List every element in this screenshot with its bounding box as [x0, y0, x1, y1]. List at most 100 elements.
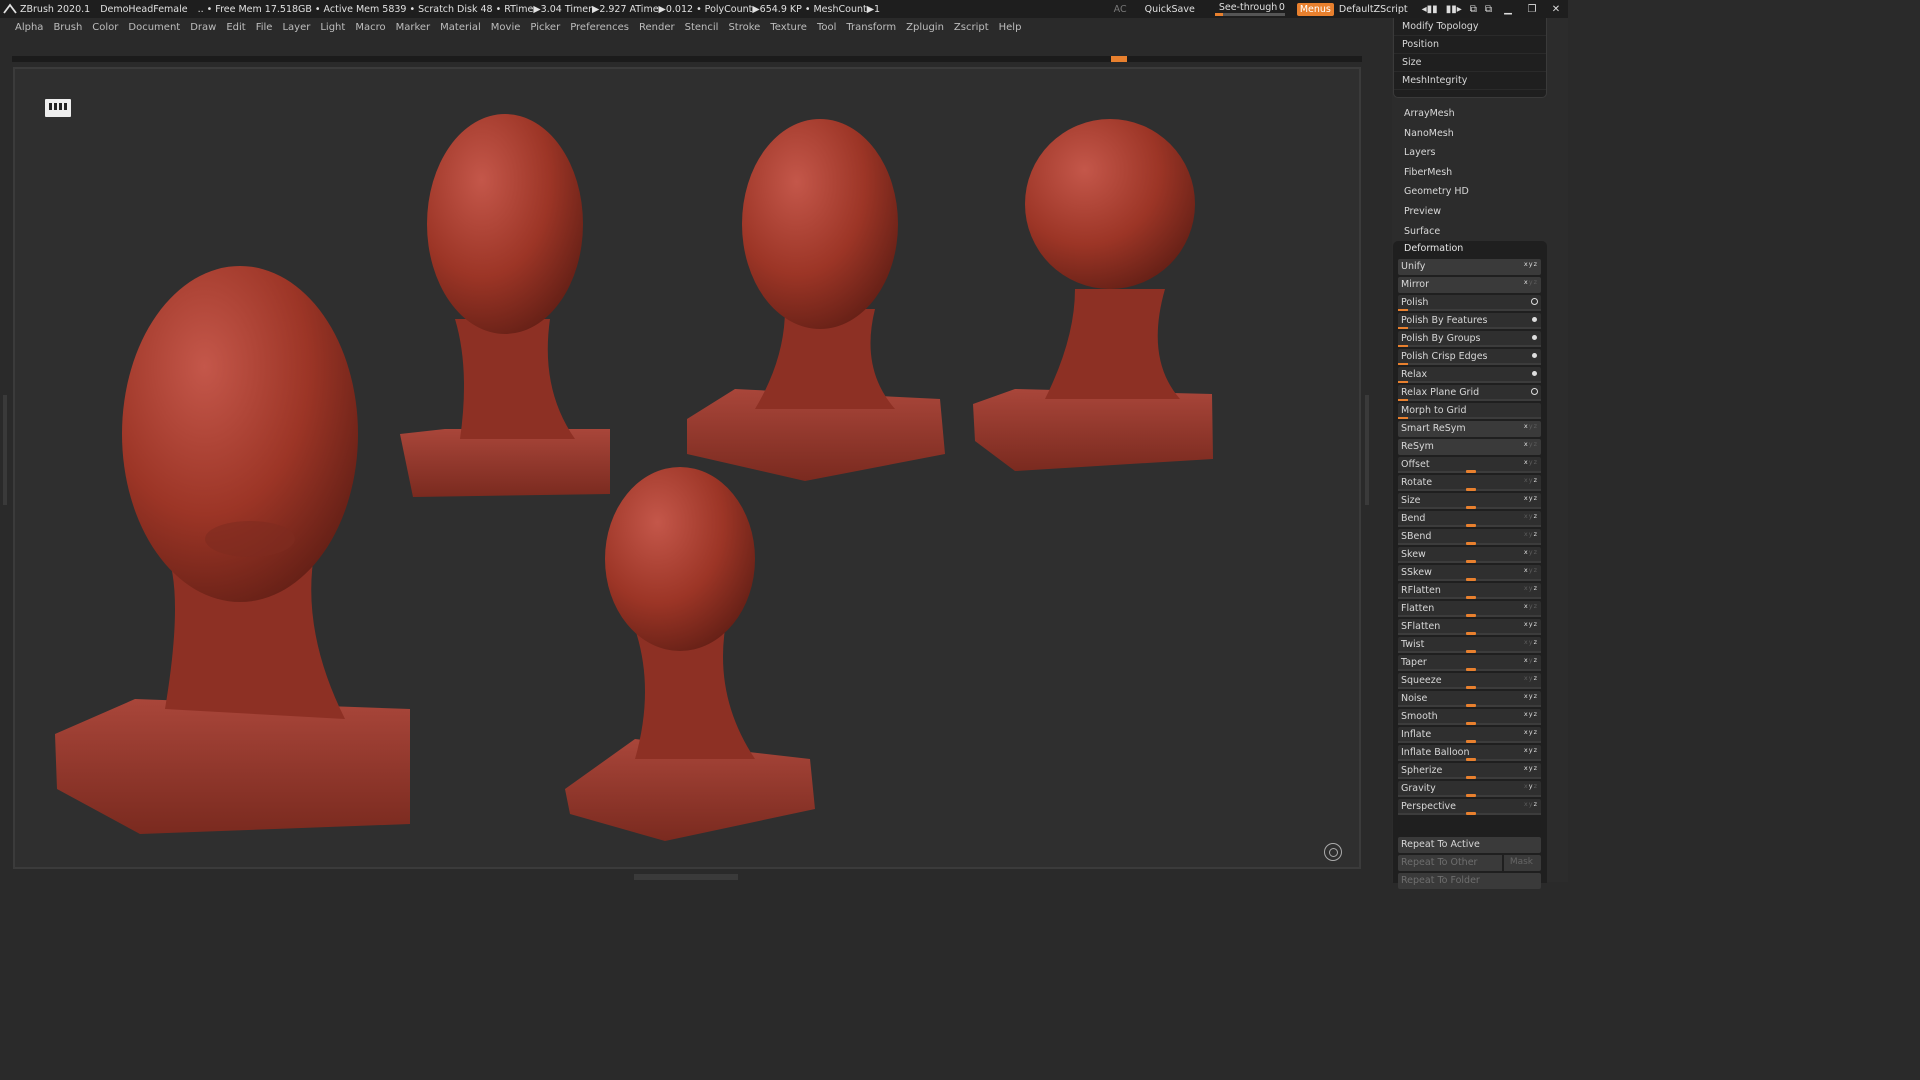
left-tray-handle[interactable]: [3, 395, 7, 505]
slider-knob[interactable]: [1466, 596, 1476, 599]
xyz-axis-toggle-icon[interactable]: xyz: [1524, 423, 1538, 430]
deformation-morph-to-grid[interactable]: Morph to Grid: [1398, 403, 1541, 419]
deformation-rflatten[interactable]: RFlatten xyz: [1398, 583, 1541, 599]
deformation-twist[interactable]: Twist xyz: [1398, 637, 1541, 653]
xyz-axis-toggle-icon[interactable]: xyz: [1524, 459, 1538, 466]
deformation-inflate-balloon[interactable]: Inflate Balloon xyz: [1398, 745, 1541, 761]
deformation-taper[interactable]: Taper xyz: [1398, 655, 1541, 671]
close-icon[interactable]: ✕: [1544, 4, 1568, 15]
menus-toggle-button[interactable]: Menus: [1296, 2, 1334, 16]
tool-button-meshintegrity[interactable]: MeshIntegrity: [1394, 72, 1546, 90]
deformation-resym[interactable]: ReSym xyz: [1398, 439, 1541, 455]
deformation-bend[interactable]: Bend xyz: [1398, 511, 1541, 527]
dot-option-icon[interactable]: [1532, 317, 1537, 322]
menu-document[interactable]: Document: [123, 22, 185, 33]
slider-knob[interactable]: [1466, 578, 1476, 581]
menu-tool[interactable]: Tool: [812, 22, 841, 33]
subpalette-fibermesh[interactable]: FiberMesh: [1392, 163, 1547, 183]
circle-option-icon[interactable]: [1531, 298, 1538, 305]
xyz-axis-toggle-icon[interactable]: xyz: [1524, 549, 1538, 556]
window-swap-icon[interactable]: ⧉: [1485, 4, 1492, 15]
menu-render[interactable]: Render: [634, 22, 680, 33]
menu-color[interactable]: Color: [87, 22, 123, 33]
menu-stroke[interactable]: Stroke: [723, 22, 765, 33]
deformation-inflate[interactable]: Inflate xyz: [1398, 727, 1541, 743]
menu-macro[interactable]: Macro: [350, 22, 390, 33]
slider-knob[interactable]: [1466, 812, 1476, 815]
xyz-axis-toggle-icon[interactable]: xyz: [1524, 585, 1538, 592]
xyz-axis-toggle-icon[interactable]: xyz: [1524, 513, 1538, 520]
slider-knob[interactable]: [1466, 686, 1476, 689]
mask-toggle[interactable]: Mask: [1510, 857, 1533, 867]
slider-knob[interactable]: [1466, 722, 1476, 725]
deformation-gravity[interactable]: Gravity xyz: [1398, 781, 1541, 797]
slider-knob[interactable]: [1466, 650, 1476, 653]
menu-preferences[interactable]: Preferences: [565, 22, 634, 33]
repeat-to-other-button[interactable]: Repeat To Other Mask: [1398, 855, 1541, 871]
deformation-sskew[interactable]: SSkew xyz: [1398, 565, 1541, 581]
tool-button-position[interactable]: Position: [1394, 36, 1546, 54]
slider-knob[interactable]: [1466, 524, 1476, 527]
subpalette-preview[interactable]: Preview: [1392, 202, 1547, 222]
deformation-mirror[interactable]: Mirror xyz: [1398, 277, 1541, 293]
circle-option-icon[interactable]: [1531, 388, 1538, 395]
slider-knob[interactable]: [1466, 776, 1476, 779]
xyz-axis-toggle-icon[interactable]: xyz: [1524, 783, 1538, 790]
menu-alpha[interactable]: Alpha: [10, 22, 48, 33]
xyz-axis-toggle-icon[interactable]: xyz: [1524, 657, 1538, 664]
tool-button-size[interactable]: Size: [1394, 54, 1546, 72]
xyz-axis-toggle-icon[interactable]: xyz: [1524, 531, 1538, 538]
slider-knob[interactable]: [1466, 488, 1476, 491]
deformation-noise[interactable]: Noise xyz: [1398, 691, 1541, 707]
deformation-size[interactable]: Size xyz: [1398, 493, 1541, 509]
deformation-skew[interactable]: Skew xyz: [1398, 547, 1541, 563]
slider-knob[interactable]: [1466, 740, 1476, 743]
ac-toggle[interactable]: AC: [1114, 4, 1127, 15]
slider-knob[interactable]: [1466, 470, 1476, 473]
menu-zscript[interactable]: Zscript: [949, 22, 994, 33]
slider-knob[interactable]: [1466, 632, 1476, 635]
repeat-to-active-button[interactable]: Repeat To Active: [1398, 837, 1541, 853]
deformation-polish-by-features[interactable]: Polish By Features: [1398, 313, 1541, 329]
menu-transform[interactable]: Transform: [841, 22, 901, 33]
subpalette-arraymesh[interactable]: ArrayMesh: [1392, 104, 1547, 124]
deformation-flatten[interactable]: Flatten xyz: [1398, 601, 1541, 617]
tool-button-modify-topology[interactable]: Modify Topology: [1394, 18, 1546, 36]
deformation-sbend[interactable]: SBend xyz: [1398, 529, 1541, 545]
xyz-axis-toggle-icon[interactable]: xyz: [1524, 477, 1538, 484]
deformation-rotate[interactable]: Rotate xyz: [1398, 475, 1541, 491]
menu-help[interactable]: Help: [994, 22, 1027, 33]
xyz-axis-toggle-icon[interactable]: xyz: [1524, 603, 1538, 610]
dot-option-icon[interactable]: [1532, 353, 1537, 358]
see-through-slider[interactable]: See-through 0: [1214, 2, 1289, 16]
repeat-to-folder-button[interactable]: Repeat To Folder: [1398, 873, 1541, 889]
minimize-icon[interactable]: ▁: [1496, 4, 1520, 15]
xyz-axis-toggle-icon[interactable]: xyz: [1524, 675, 1538, 682]
deformation-perspective[interactable]: Perspective xyz: [1398, 799, 1541, 815]
layout-right-icon[interactable]: ▮▮▸: [1446, 4, 1462, 15]
xyz-axis-toggle-icon[interactable]: xyz: [1524, 279, 1538, 286]
menu-zplugin[interactable]: Zplugin: [901, 22, 949, 33]
deformation-unify[interactable]: Unify xyz: [1398, 259, 1541, 275]
subpalette-nanomesh[interactable]: NanoMesh: [1392, 124, 1547, 144]
menu-edit[interactable]: Edit: [221, 22, 250, 33]
deformation-polish-by-groups[interactable]: Polish By Groups: [1398, 331, 1541, 347]
dot-option-icon[interactable]: [1532, 335, 1537, 340]
menu-marker[interactable]: Marker: [391, 22, 436, 33]
deformation-header[interactable]: Deformation: [1393, 241, 1547, 257]
restore-icon[interactable]: ❐: [1520, 4, 1544, 15]
document-canvas[interactable]: [13, 67, 1361, 869]
dot-option-icon[interactable]: [1532, 371, 1537, 376]
xyz-axis-toggle-icon[interactable]: xyz: [1524, 693, 1538, 700]
slider-knob[interactable]: [1466, 704, 1476, 707]
xyz-axis-toggle-icon[interactable]: xyz: [1524, 639, 1538, 646]
slider-knob[interactable]: [1466, 614, 1476, 617]
layout-left-icon[interactable]: ◂▮▮: [1422, 4, 1438, 15]
bottom-tray-handle[interactable]: [634, 874, 738, 880]
xyz-axis-toggle-icon[interactable]: xyz: [1524, 495, 1538, 502]
menu-brush[interactable]: Brush: [48, 22, 87, 33]
deformation-sflatten[interactable]: SFlatten xyz: [1398, 619, 1541, 635]
slider-knob[interactable]: [1466, 560, 1476, 563]
deformation-relax[interactable]: Relax: [1398, 367, 1541, 383]
slider-knob[interactable]: [1466, 758, 1476, 761]
